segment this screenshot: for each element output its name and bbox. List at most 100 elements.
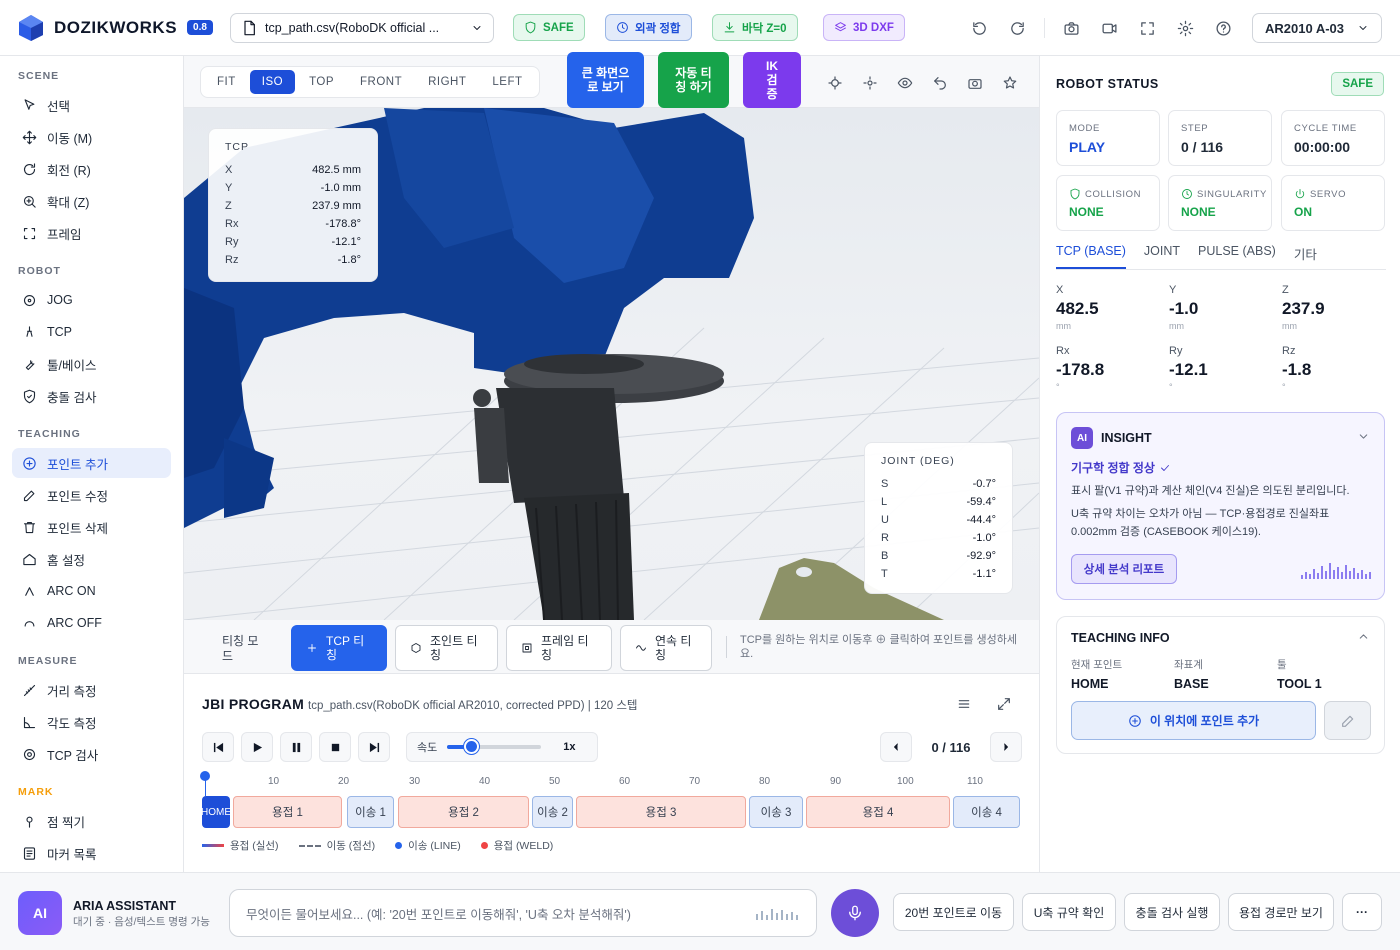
sidebar-item-add-point[interactable]: 포인트 추가 bbox=[12, 448, 171, 478]
sidebar-item-tcp-check[interactable]: TCP 검사 bbox=[12, 739, 171, 769]
segment-transfer-3[interactable]: 이송 3 bbox=[749, 796, 803, 828]
fullscreen-icon[interactable] bbox=[1134, 15, 1160, 41]
file-icon bbox=[241, 20, 257, 36]
segment-transfer-4[interactable]: 이송 4 bbox=[953, 796, 1020, 828]
video-icon[interactable] bbox=[1096, 15, 1122, 41]
tcp-teach-button[interactable]: TCP 티칭 bbox=[291, 625, 387, 671]
segment-transfer-1[interactable]: 이송 1 bbox=[347, 796, 394, 828]
section-teaching: TEACHING bbox=[18, 428, 81, 440]
expand-icon[interactable] bbox=[996, 696, 1012, 712]
detail-report-button[interactable]: 상세 분석 리포트 bbox=[1071, 554, 1177, 584]
star-icon[interactable] bbox=[999, 72, 1021, 94]
chevron-down-icon[interactable] bbox=[1357, 430, 1370, 443]
gear-icon[interactable] bbox=[1172, 15, 1198, 41]
sidebar-item-angle[interactable]: 각도 측정 bbox=[12, 707, 171, 737]
sidebar-item-move[interactable]: 이동 (M) bbox=[12, 122, 171, 152]
legend-label: 이송 (LINE) bbox=[408, 840, 461, 852]
tab-fit[interactable]: FIT bbox=[205, 70, 248, 94]
sidebar-item-jog[interactable]: JOG bbox=[12, 285, 171, 315]
ik-verify-button[interactable]: IK 검증 bbox=[743, 52, 801, 108]
menu-icon[interactable] bbox=[956, 696, 972, 712]
more-options-button[interactable]: ··· bbox=[1342, 893, 1382, 931]
segment-transfer-2[interactable]: 이송 2 bbox=[532, 796, 573, 828]
sun-icon[interactable] bbox=[859, 72, 881, 94]
step-counter: 0 / 116 bbox=[931, 739, 971, 755]
quick-collision-check[interactable]: 충돌 검사 실행 bbox=[1124, 893, 1220, 931]
skip-end-button[interactable] bbox=[358, 732, 390, 762]
tab-left[interactable]: LEFT bbox=[480, 70, 534, 94]
play-button[interactable] bbox=[241, 732, 273, 762]
segment-weld-2[interactable]: 용접 2 bbox=[398, 796, 529, 828]
tab-iso[interactable]: ISO bbox=[249, 70, 296, 94]
tab-pulse[interactable]: PULSE (ABS) bbox=[1198, 236, 1276, 269]
next-step-button[interactable] bbox=[990, 732, 1022, 762]
quick-u-axis-check[interactable]: U축 규약 확인 bbox=[1022, 893, 1116, 931]
auto-teach-button[interactable]: 자동 티칭 하기 bbox=[658, 52, 729, 108]
quick-move-point-20[interactable]: 20번 포인트로 이동 bbox=[893, 893, 1014, 931]
stop-button[interactable] bbox=[319, 732, 351, 762]
sidebar-item-zoom[interactable]: 확대 (Z) bbox=[12, 186, 171, 216]
logo-cube-icon bbox=[19, 14, 43, 41]
crosshair-icon[interactable] bbox=[824, 72, 846, 94]
segment-weld-1[interactable]: 용접 1 bbox=[233, 796, 342, 828]
prev-step-button[interactable] bbox=[880, 732, 912, 762]
stat-step: STEP 0 / 116 bbox=[1168, 110, 1272, 166]
snapshot-icon[interactable] bbox=[964, 72, 986, 94]
tab-right[interactable]: RIGHT bbox=[416, 70, 478, 94]
continuous-teach-button[interactable]: 연속 티칭 bbox=[620, 625, 712, 671]
sidebar-item-arc-on[interactable]: ARC ON bbox=[12, 576, 171, 606]
3d-viewport[interactable]: TCP X 482.5 mm Y -1.0 mm Z 237.9 mm Rx -178.… bbox=[184, 108, 1039, 620]
file-select[interactable]: tcp_path.csv(RoboDK official ... bbox=[230, 13, 494, 43]
frame-teach-button[interactable]: 프레임 티칭 bbox=[506, 625, 612, 671]
sidebar-item-mark-point[interactable]: 점 찍기 bbox=[12, 806, 171, 836]
sidebar-item-select[interactable]: 선택 bbox=[12, 90, 171, 120]
redo-icon[interactable] bbox=[1004, 15, 1030, 41]
sidebar-item-frame[interactable]: 프레임 bbox=[12, 218, 171, 248]
joint-teach-button[interactable]: 조인트 티칭 bbox=[395, 625, 498, 671]
segment-weld-3[interactable]: 용접 3 bbox=[576, 796, 746, 828]
assistant-input[interactable]: 무엇이든 물어보세요... (예: '20번 포인트로 이동해줘', 'U축 오… bbox=[229, 889, 817, 937]
sidebar-item-home[interactable]: 홈 설정 bbox=[12, 544, 171, 574]
chevron-up-icon[interactable] bbox=[1357, 630, 1370, 643]
speed-slider[interactable] bbox=[447, 739, 542, 754]
coord-value: 482.5 bbox=[1056, 299, 1099, 318]
safe-chip[interactable]: SAFE bbox=[513, 14, 585, 41]
sidebar-item-arc-off[interactable]: ARC OFF bbox=[12, 608, 171, 638]
tab-joint[interactable]: JOINT bbox=[1144, 236, 1180, 269]
help-icon[interactable] bbox=[1210, 15, 1236, 41]
sidebar-item-tcp[interactable]: TCP bbox=[12, 317, 171, 347]
speed-knob[interactable] bbox=[463, 739, 479, 754]
segment-home[interactable]: HOME bbox=[202, 796, 230, 828]
dxf-chip[interactable]: 3D DXF bbox=[823, 14, 905, 41]
outline-match-chip[interactable]: 외곽 정합 bbox=[605, 14, 692, 41]
quick-weld-path-only[interactable]: 용접 경로만 보기 bbox=[1228, 893, 1334, 931]
divider bbox=[726, 636, 727, 658]
add-point-here-button[interactable]: 이 위치에 포인트 추가 bbox=[1071, 701, 1316, 740]
sidebar-item-collision[interactable]: 충돌 검사 bbox=[12, 381, 171, 411]
reset-icon[interactable] bbox=[929, 72, 951, 94]
playhead[interactable] bbox=[200, 771, 210, 781]
fullscreen-view-button[interactable]: 큰 화면으로 보기 bbox=[567, 52, 644, 108]
edit-point-button[interactable] bbox=[1324, 701, 1371, 740]
status-safe-badge: SAFE bbox=[1331, 72, 1384, 96]
sidebar-item-marker-list[interactable]: 마커 목록 bbox=[12, 838, 171, 868]
pause-button[interactable] bbox=[280, 732, 312, 762]
tab-top[interactable]: TOP bbox=[297, 70, 346, 94]
tab-front[interactable]: FRONT bbox=[348, 70, 414, 94]
eye-icon[interactable] bbox=[894, 72, 916, 94]
sidebar-item-edit-point[interactable]: 포인트 수정 bbox=[12, 480, 171, 510]
tab-etc[interactable]: 기타 bbox=[1294, 236, 1317, 269]
sidebar-item-delete-point[interactable]: 포인트 삭제 bbox=[12, 512, 171, 542]
segment-weld-4[interactable]: 용접 4 bbox=[806, 796, 950, 828]
skip-start-button[interactable] bbox=[202, 732, 234, 762]
robot-select[interactable]: AR2010 A-03 bbox=[1252, 13, 1382, 43]
sidebar-item-distance[interactable]: 거리 측정 bbox=[12, 675, 171, 705]
undo-icon[interactable] bbox=[966, 15, 992, 41]
joint-row: R -1.0° bbox=[881, 529, 996, 547]
sidebar-item-rotate[interactable]: 회전 (R) bbox=[12, 154, 171, 184]
floor-chip[interactable]: 바닥 Z=0 bbox=[712, 14, 798, 41]
mic-button[interactable] bbox=[831, 889, 879, 937]
tab-tcp-base[interactable]: TCP (BASE) bbox=[1056, 236, 1126, 269]
sidebar-item-tool-base[interactable]: 툴/베이스 bbox=[12, 349, 171, 379]
camera-icon[interactable] bbox=[1058, 15, 1084, 41]
